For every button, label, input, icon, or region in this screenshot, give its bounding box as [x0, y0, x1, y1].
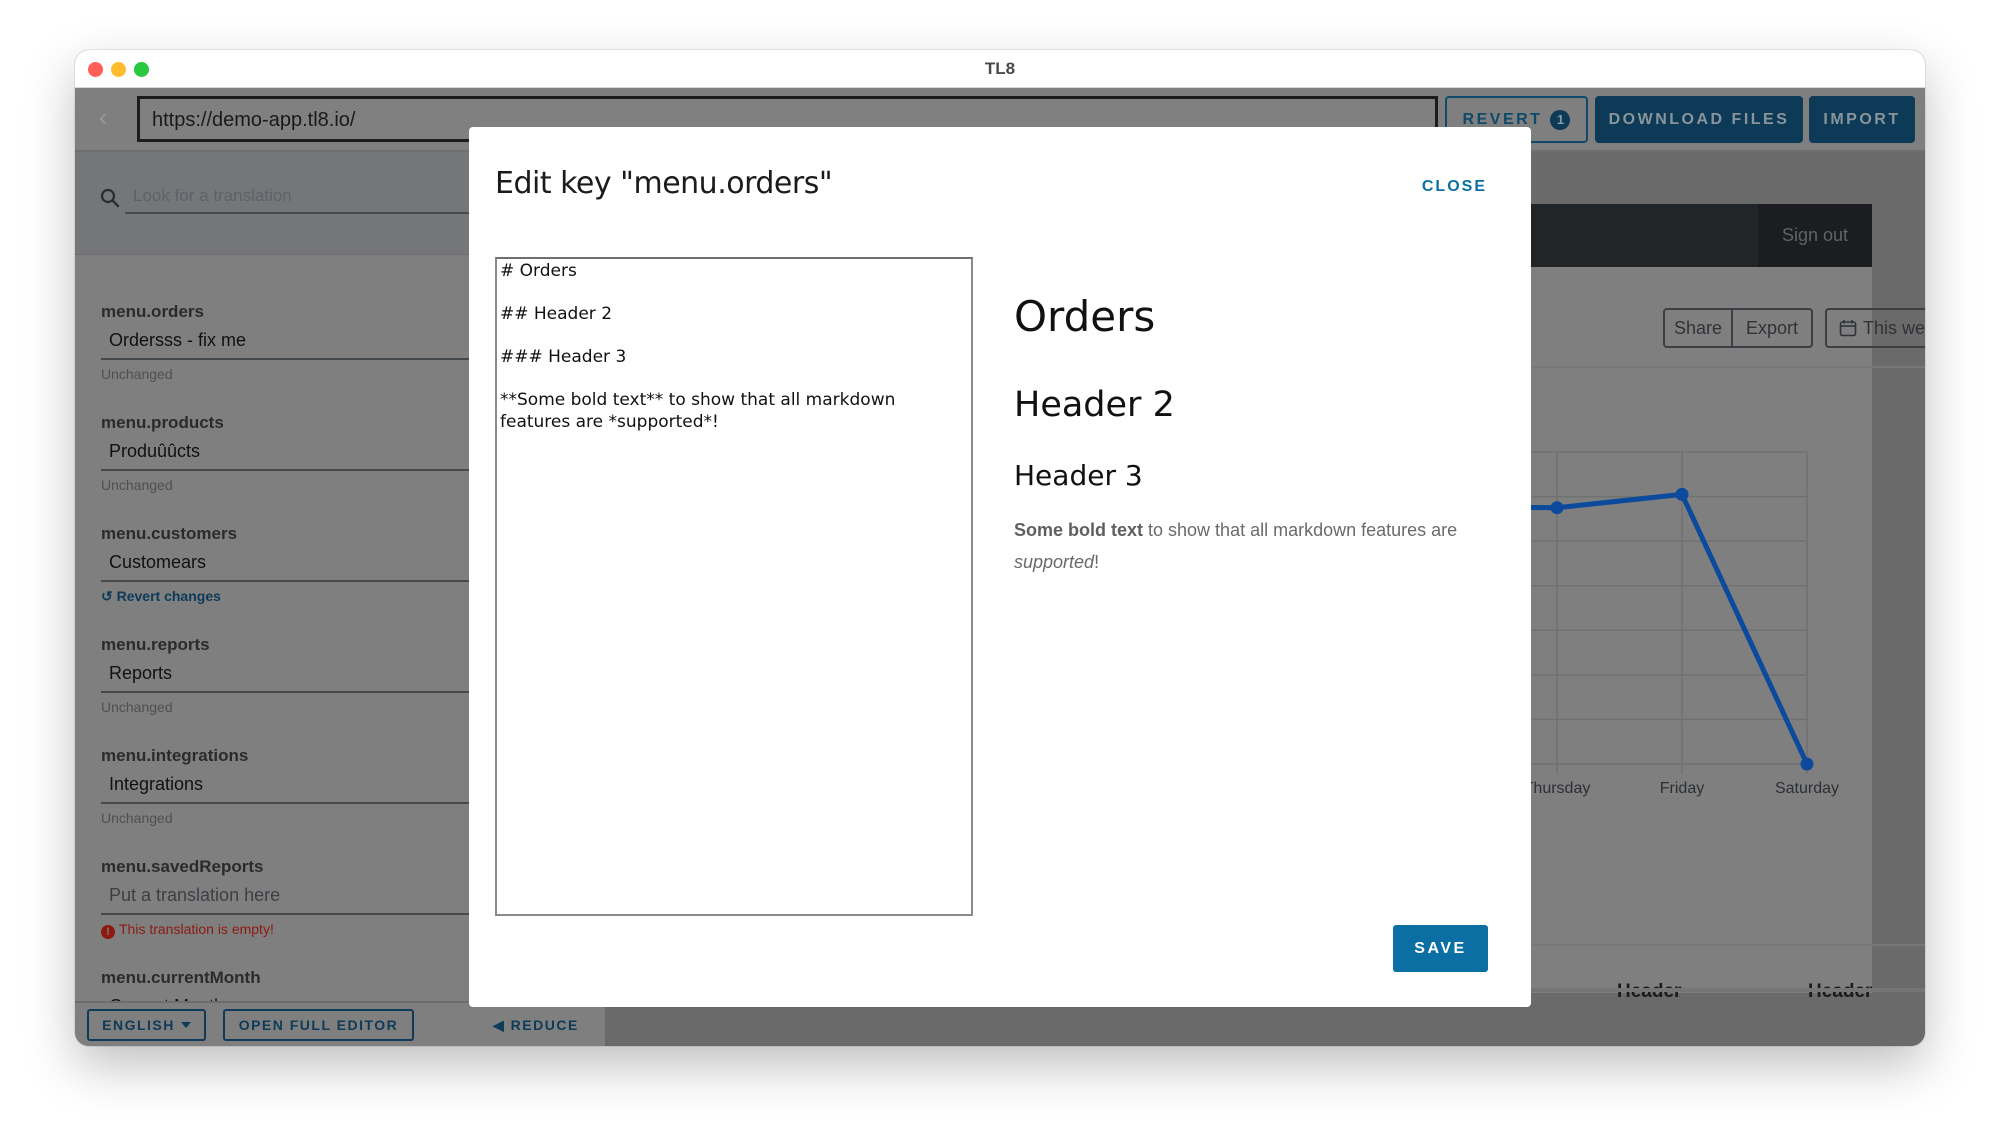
undo-icon: ↺: [101, 588, 117, 604]
save-button[interactable]: SAVE: [1393, 925, 1488, 972]
modal-title: Edit key "menu.orders": [495, 166, 833, 201]
close-button[interactable]: CLOSE: [1422, 178, 1487, 196]
edit-key-modal: Edit key "menu.orders" CLOSE # Orders ##…: [469, 127, 1531, 1007]
status-label: Unchanged: [101, 699, 173, 715]
revert-label: REVERT: [1462, 110, 1543, 128]
preview-heading-1: Orders: [1014, 292, 1156, 341]
chart-data-point: [1675, 487, 1689, 501]
status-label: Unchanged: [101, 477, 173, 493]
chart-data-point: [1550, 501, 1564, 515]
title-bar: TL8: [75, 50, 1925, 88]
language-select[interactable]: ENGLISH: [87, 1009, 206, 1041]
table-header-cell: Header: [1808, 981, 1872, 1003]
revert-count-badge: 1: [1550, 109, 1571, 130]
reduce-button[interactable]: ◀︎ REDUCE: [493, 1017, 579, 1034]
chart-x-tick-label: Friday: [1660, 780, 1704, 797]
chart-data-point: [1800, 757, 1814, 771]
preview-text: to show that all markdown features are: [1143, 520, 1458, 540]
preview-text-end: !: [1094, 552, 1100, 572]
search-icon: [100, 188, 120, 208]
back-chevron-icon[interactable]: ‹: [99, 104, 107, 132]
status-label: Unchanged: [101, 366, 173, 382]
reduce-label: REDUCE: [510, 1017, 579, 1033]
chart-x-tick-label: Thursday: [1524, 780, 1591, 797]
sidebar-bottom-bar: ENGLISH OPEN FULL EDITOR ◀︎ REDUCE: [75, 1001, 605, 1046]
open-full-editor-button[interactable]: OPEN FULL EDITOR: [223, 1009, 414, 1041]
preview-heading-2: Header 2: [1014, 385, 1175, 425]
preview-bold-text: Some bold text: [1014, 520, 1144, 540]
status-label: Revert changes: [116, 588, 221, 604]
import-button[interactable]: IMPORT: [1809, 96, 1915, 143]
status-label: Unchanged: [101, 810, 173, 826]
markdown-editor[interactable]: # Orders ## Header 2 ### Header 3 **Some…: [495, 257, 973, 916]
caret-left-icon: ◀︎: [493, 1017, 506, 1033]
chart-x-tick-label: Saturday: [1775, 780, 1839, 797]
language-label: ENGLISH: [102, 1017, 175, 1033]
period-label: This week: [1863, 317, 1925, 338]
window-title: TL8: [984, 59, 1016, 78]
download-files-button[interactable]: DOWNLOAD FILES: [1595, 96, 1803, 143]
preview-italic-text: supported: [1014, 552, 1095, 572]
markdown-preview: Orders Header 2 Header 3 Some bold text …: [1014, 292, 1484, 578]
preview-heading-3: Header 3: [1014, 459, 1143, 492]
caret-down-icon: [180, 1022, 191, 1028]
error-icon: !: [101, 925, 115, 939]
preview-paragraph: Some bold text to show that all markdown…: [1014, 514, 1484, 578]
table-header-cell: Header: [1617, 981, 1681, 1003]
status-label: This translation is empty!: [119, 921, 274, 937]
browser-window: TL8 ‹ https://demo-app.tl8.io/ REVERT 1 …: [75, 50, 1925, 1046]
